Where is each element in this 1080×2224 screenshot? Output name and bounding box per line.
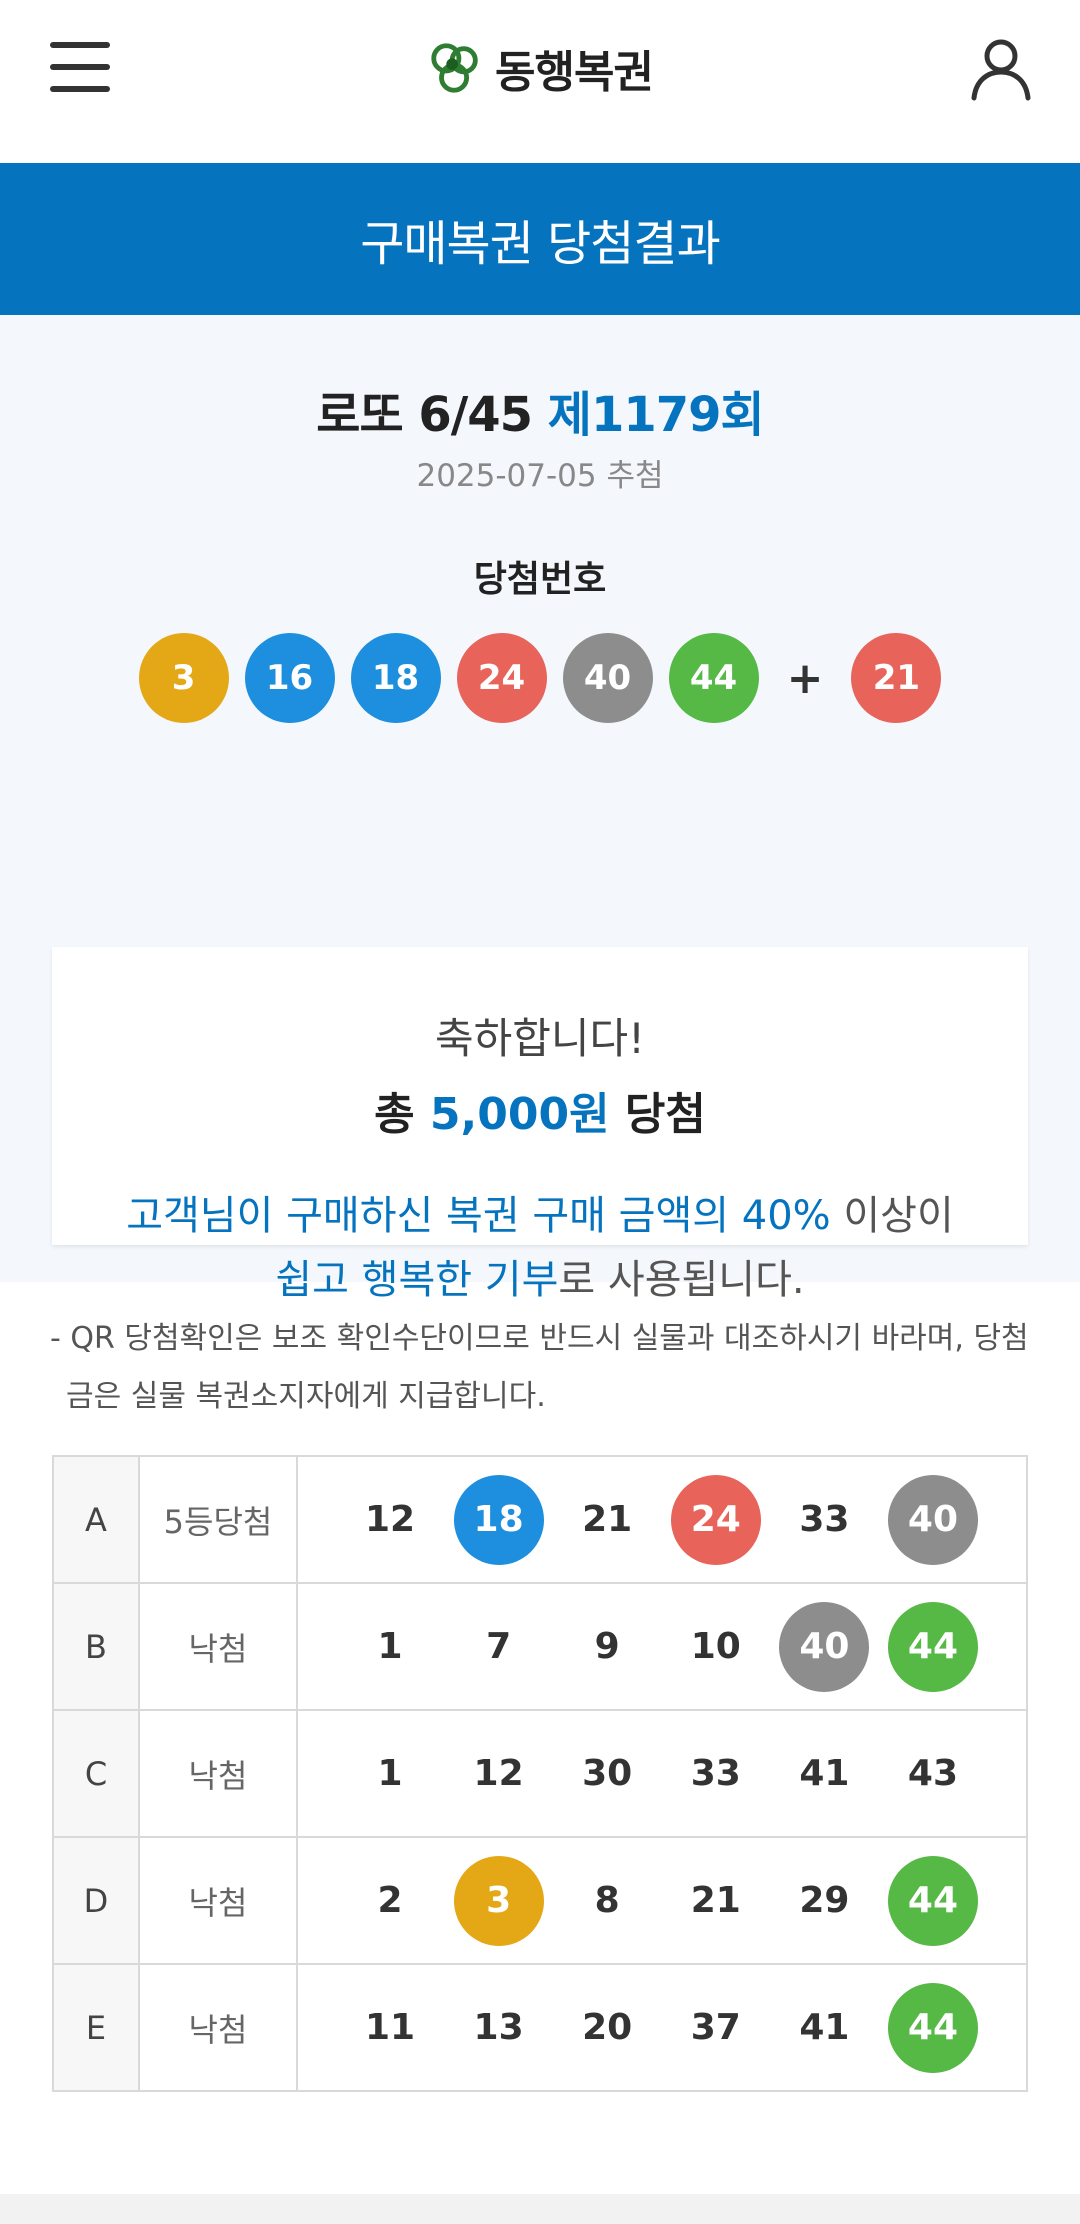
- matched-number-ball: 3: [453, 1855, 544, 1946]
- total-suffix: 당첨: [624, 1089, 706, 1140]
- line-number: 1: [377, 1626, 403, 1667]
- line-number: 30: [582, 1753, 633, 1794]
- donation-message: 고객님이 구매하신 복권 구매 금액의 40% 이상이 쉽고 행복한 기부로 사…: [52, 1184, 1028, 1312]
- line-number: 9: [594, 1626, 620, 1667]
- winning-ball: 40: [562, 633, 653, 723]
- line-number: 2: [377, 1880, 403, 1921]
- winning-numbers: 3 16 18 24 40 44 +21: [0, 633, 1080, 723]
- line-numbers: 11 13 20 37 41 44: [298, 1982, 1026, 2073]
- line-status: 낙첨: [138, 1709, 298, 1838]
- qr-notice: - QR 당첨확인은 보조 확인수단이므로 반드시 실물과 대조하시기 바라며,…: [50, 1321, 1029, 1414]
- draw-title: 로또 6/45 제1179회: [0, 375, 1080, 445]
- line-numbers: 1 7 9 10 40 44: [298, 1601, 1026, 1692]
- matched-number-ball: 40: [887, 1474, 978, 1565]
- matched-number-ball: 40: [779, 1601, 870, 1692]
- donation-text-1: 이상이: [830, 1193, 954, 1239]
- total-prefix: 총: [374, 1089, 415, 1140]
- title-banner: 구매복권 당첨결과: [0, 163, 1080, 315]
- congrats-card: 축하합니다! 총 5,000원 당첨 고객님이 구매하신 복권 구매 금액의 4…: [52, 947, 1028, 1303]
- line-label: D: [52, 1836, 140, 1965]
- line-numbers-cell: 2 3 8 21 29 44: [296, 1836, 1028, 1965]
- line-numbers: 12 18 21 24 33 40: [298, 1474, 1026, 1565]
- line-numbers: 2 3 8 21 29 44: [298, 1855, 1026, 1946]
- line-status: 5등당첨: [138, 1455, 298, 1584]
- result-section: 로또 6/45 제1179회 2025-07-05 추첨 당첨번호 3 16 18 2…: [0, 315, 1080, 1303]
- line-number: 43: [907, 1753, 959, 1794]
- line-number: 29: [799, 1880, 850, 1921]
- line-status: 낙첨: [138, 1963, 298, 2092]
- line-numbers-cell: 1 7 9 10 40 44: [296, 1582, 1028, 1711]
- matched-number-ball: 24: [670, 1474, 761, 1565]
- winning-ball: 18: [350, 633, 441, 723]
- line-number: 11: [364, 2007, 416, 2048]
- matched-number-ball: 18: [453, 1474, 544, 1565]
- donation-highlight-1: 고객님이 구매하신 복권 구매 금액의 40%: [126, 1193, 831, 1239]
- donation-text-2: 로 사용됩니다.: [558, 1257, 805, 1303]
- winning-ball: 16: [244, 633, 335, 723]
- line-row: B 낙첨 1 7 9 10 40 44: [52, 1582, 1028, 1711]
- line-number: 1: [377, 1753, 403, 1794]
- line-status: 낙첨: [138, 1836, 298, 1965]
- line-status: 낙첨: [138, 1582, 298, 1711]
- line-number: 20: [582, 2007, 633, 2048]
- line-row: A 5등당첨 12 18 21 24 33 40: [52, 1455, 1028, 1584]
- line-number: 13: [473, 2007, 524, 2048]
- line-row: E 낙첨 11 13 20 37 41 44: [52, 1963, 1028, 2092]
- winning-ball: 3: [138, 633, 229, 723]
- line-number: 41: [799, 1753, 850, 1794]
- line-number: 12: [364, 1499, 416, 1540]
- winning-ball: 44: [668, 633, 759, 723]
- brand-name: 동행복권: [495, 47, 654, 98]
- line-number: 33: [799, 1499, 850, 1540]
- line-numbers-cell: 12 18 21 24 33 40: [296, 1455, 1028, 1584]
- line-numbers-cell: 11 13 20 37 41 44: [296, 1963, 1028, 2092]
- matched-number-ball: 44: [887, 1601, 978, 1692]
- matched-number-ball: 44: [887, 1855, 978, 1946]
- line-label: C: [52, 1709, 140, 1838]
- line-number: 37: [690, 2007, 741, 2048]
- line-label: A: [52, 1455, 140, 1584]
- line-number: 41: [799, 2007, 850, 2048]
- donation-highlight-2: 쉽고 행복한 기부: [275, 1257, 559, 1303]
- line-number: 7: [486, 1626, 512, 1667]
- winning-ball: 24: [456, 633, 547, 723]
- winning-numbers-label: 당첨번호: [473, 559, 607, 600]
- draw-round: 제1179회: [547, 387, 765, 443]
- line-row: C 낙첨 1 12 30 33 41 43: [52, 1709, 1028, 1838]
- bottom-divider: [0, 2194, 1080, 2224]
- page-title: 구매복권 당첨결과: [360, 216, 721, 272]
- line-label: E: [52, 1963, 140, 2092]
- total-amount: 5,000원: [429, 1089, 610, 1140]
- line-number: 10: [690, 1626, 741, 1667]
- draw-date: 2025-07-05 추첨: [416, 458, 664, 494]
- line-numbers-cell: 1 12 30 33 41 43: [296, 1709, 1028, 1838]
- brand-logo-link[interactable]: 동행복권: [0, 36, 1080, 100]
- line-number: 8: [594, 1880, 620, 1921]
- clover-logo-icon: [431, 43, 478, 93]
- line-row: D 낙첨 2 3 8 21 29 44: [52, 1836, 1028, 1965]
- bonus-ball: 21: [851, 633, 942, 723]
- line-label: B: [52, 1582, 140, 1711]
- game-name: 로또 6/45: [316, 387, 533, 443]
- line-number: 21: [690, 1880, 741, 1921]
- line-numbers: 1 12 30 33 41 43: [298, 1729, 1026, 1819]
- line-number: 33: [690, 1753, 741, 1794]
- matched-number-ball: 44: [887, 1982, 978, 2073]
- app-header: 동행복권: [0, 0, 1080, 163]
- bonus-plus-sign: +: [786, 652, 824, 704]
- congrats-text: 축하합니다!: [434, 1014, 646, 1063]
- line-number: 12: [473, 1753, 524, 1794]
- user-icon[interactable]: [968, 36, 1034, 102]
- line-number: 21: [582, 1499, 633, 1540]
- purchased-lines-table: A 5등당첨 12 18 21 24 33 40 B 낙첨 1 7 9 10 40 44 C 낙첨 1 12 30 33 4…: [52, 1455, 1028, 2092]
- total-prize: 총 5,000원 당첨: [52, 1078, 1028, 1142]
